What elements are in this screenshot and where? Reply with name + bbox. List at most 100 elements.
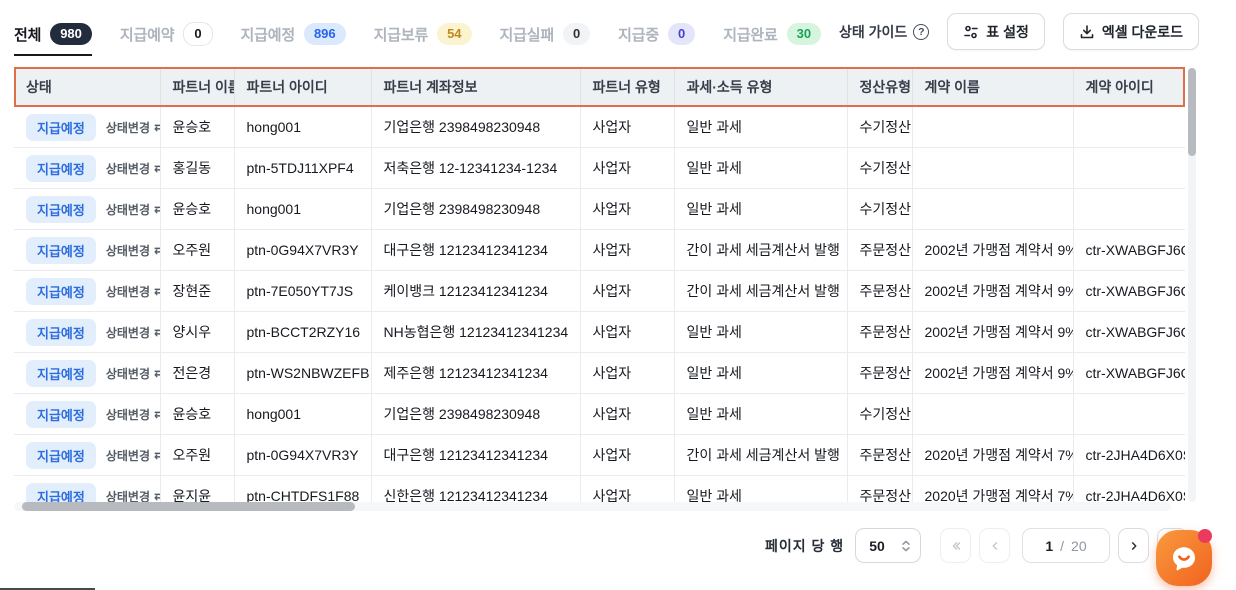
cell-partner-id: hong001 xyxy=(234,394,371,435)
cell-partner-name: 오주원 xyxy=(160,435,234,476)
cell-partner-type: 사업자 xyxy=(580,271,674,312)
prev-page-button[interactable] xyxy=(979,528,1010,563)
tab-payment-completed[interactable]: 지급완료 30 xyxy=(723,19,821,49)
tab-payment-scheduled[interactable]: 지급예정 896 xyxy=(241,19,346,49)
tab-count-badge: 54 xyxy=(437,23,471,45)
tab-label: 지급완료 xyxy=(723,24,777,45)
rows-per-page-value: 50 xyxy=(869,538,885,554)
cell-tax-income-type: 일반 과세 xyxy=(674,148,847,189)
cell-partner-account: 기업은행 2398498230948 xyxy=(371,107,580,148)
cell-partner-type: 사업자 xyxy=(580,148,674,189)
column-header-1: 파트너 이름 xyxy=(160,67,234,107)
table-toolbar: 상태 가이드 ? 표 설정 엑셀 다운로드 xyxy=(839,13,1199,50)
status-change-button[interactable]: 상태변경 ⇄ xyxy=(106,201,160,218)
status-badge: 지급예정 xyxy=(26,442,96,469)
cell-tax-income-type: 일반 과세 xyxy=(674,312,847,353)
cell-partner-account: 기업은행 2398498230948 xyxy=(371,189,580,230)
tab-payment-held[interactable]: 지급보류 54 xyxy=(374,19,472,49)
cell-settlement-type: 주문정산 xyxy=(847,435,912,476)
cell-partner-id: hong001 xyxy=(234,107,371,148)
cell-tax-income-type: 일반 과세 xyxy=(674,394,847,435)
table-row[interactable]: 지급예정 상태변경 ⇄ 윤승호 hong001 기업은행 23984982309… xyxy=(14,189,1185,230)
payments-table: 상태파트너 이름파트너 아이디파트너 계좌정보파트너 유형과세·소득 유형정산유… xyxy=(14,67,1185,507)
cell-settlement-type: 주문정산 xyxy=(847,312,912,353)
column-header-8: 계약 아이디 xyxy=(1073,67,1185,107)
table-settings-button[interactable]: 표 설정 xyxy=(947,13,1045,50)
status-change-button[interactable]: 상태변경 ⇄ xyxy=(106,242,160,259)
status-guide[interactable]: 상태 가이드 ? xyxy=(839,22,929,42)
next-page-button[interactable] xyxy=(1118,528,1149,563)
table-row[interactable]: 지급예정 상태변경 ⇄ 오주원 ptn-0G94X7VR3Y 대구은행 1212… xyxy=(14,435,1185,476)
status-change-button[interactable]: 상태변경 ⇄ xyxy=(106,447,160,464)
cell-partner-account: 케이뱅크 12123412341234 xyxy=(371,271,580,312)
status-change-button[interactable]: 상태변경 ⇄ xyxy=(106,283,160,300)
swap-arrows-icon: ⇄ xyxy=(154,489,160,503)
table-row[interactable]: 지급예정 상태변경 ⇄ 윤승호 hong001 기업은행 23984982309… xyxy=(14,107,1185,148)
tab-label: 지급예약 xyxy=(120,24,174,45)
table-row[interactable]: 지급예정 상태변경 ⇄ 전은경 ptn-WS2NBWZEFB 제주은행 1212… xyxy=(14,353,1185,394)
cell-tax-income-type: 일반 과세 xyxy=(674,353,847,394)
status-change-button[interactable]: 상태변경 ⇄ xyxy=(106,160,160,177)
vertical-scrollbar-thumb[interactable] xyxy=(1188,68,1196,156)
status-change-label: 상태변경 xyxy=(106,283,150,300)
cell-partner-account: NH농협은행 12123412341234 xyxy=(371,312,580,353)
cell-partner-name: 윤승호 xyxy=(160,189,234,230)
tab-payment-failed[interactable]: 지급실패 0 xyxy=(500,19,591,49)
swap-arrows-icon: ⇄ xyxy=(154,284,160,298)
column-header-7: 계약 이름 xyxy=(912,67,1073,107)
tab-payment-in-progress[interactable]: 지급중 0 xyxy=(618,19,695,49)
status-change-button[interactable]: 상태변경 ⇄ xyxy=(106,365,160,382)
cell-tax-income-type: 간이 과세 세금계산서 발행 xyxy=(674,271,847,312)
column-header-6: 정산유형 xyxy=(847,67,912,107)
cell-partner-type: 사업자 xyxy=(580,107,674,148)
status-change-button[interactable]: 상태변경 ⇄ xyxy=(106,324,160,341)
cell-partner-type: 사업자 xyxy=(580,394,674,435)
tab-all[interactable]: 전체 980 xyxy=(14,19,92,49)
payments-table-container: 상태파트너 이름파트너 아이디파트너 계좌정보파트너 유형과세·소득 유형정산유… xyxy=(14,67,1185,507)
tab-count-badge: 0 xyxy=(668,23,695,45)
chat-bubble-icon xyxy=(1168,542,1200,574)
page-indicator[interactable]: 1 / 20 xyxy=(1022,528,1110,563)
status-change-label: 상태변경 xyxy=(106,365,150,382)
cell-partner-id: ptn-BCCT2RZY16 xyxy=(234,312,371,353)
column-header-4: 파트너 유형 xyxy=(580,67,674,107)
tab-payment-reserved[interactable]: 지급예약 0 xyxy=(120,19,213,49)
swap-arrows-icon: ⇄ xyxy=(154,161,160,175)
cell-settlement-type: 수기정산 xyxy=(847,107,912,148)
help-circle-icon[interactable]: ? xyxy=(913,24,929,40)
column-header-2: 파트너 아이디 xyxy=(234,67,371,107)
table-row[interactable]: 지급예정 상태변경 ⇄ 오주원 ptn-0G94X7VR3Y 대구은행 1212… xyxy=(14,230,1185,271)
status-change-label: 상태변경 xyxy=(106,119,150,136)
cell-contract-id xyxy=(1073,394,1185,435)
status-badge: 지급예정 xyxy=(26,360,96,387)
horizontal-scrollbar-thumb[interactable] xyxy=(22,502,355,511)
cell-contract-id: ctr-2JHA4D6X0S xyxy=(1073,435,1185,476)
cell-partner-type: 사업자 xyxy=(580,435,674,476)
cell-settlement-type: 주문정산 xyxy=(847,353,912,394)
status-change-label: 상태변경 xyxy=(106,160,150,177)
status-change-button[interactable]: 상태변경 ⇄ xyxy=(106,406,160,423)
cell-partner-id: ptn-7E050YT7JS xyxy=(234,271,371,312)
chevron-up-down-icon xyxy=(901,539,911,553)
table-row[interactable]: 지급예정 상태변경 ⇄ 홍길동 ptn-5TDJ11XPF4 저축은행 12-1… xyxy=(14,148,1185,189)
table-row[interactable]: 지급예정 상태변경 ⇄ 윤승호 hong001 기업은행 23984982309… xyxy=(14,394,1185,435)
total-pages: 20 xyxy=(1071,538,1087,554)
cell-tax-income-type: 간이 과세 세금계산서 발행 xyxy=(674,435,847,476)
status-badge: 지급예정 xyxy=(26,196,96,223)
status-guide-label: 상태 가이드 xyxy=(839,22,907,42)
excel-download-button[interactable]: 엑셀 다운로드 xyxy=(1063,13,1199,50)
table-row[interactable]: 지급예정 상태변경 ⇄ 장현준 ptn-7E050YT7JS 케이뱅크 1212… xyxy=(14,271,1185,312)
cell-partner-account: 대구은행 12123412341234 xyxy=(371,435,580,476)
cell-tax-income-type: 일반 과세 xyxy=(674,189,847,230)
swap-arrows-icon: ⇄ xyxy=(154,202,160,216)
cell-partner-id: ptn-WS2NBWZEFB xyxy=(234,353,371,394)
status-change-button[interactable]: 상태변경 ⇄ xyxy=(106,119,160,136)
first-page-button[interactable] xyxy=(940,528,971,563)
horizontal-scrollbar[interactable] xyxy=(14,502,1171,511)
cell-contract-id xyxy=(1073,107,1185,148)
current-page: 1 xyxy=(1045,538,1053,554)
rows-per-page-select[interactable]: 50 xyxy=(855,528,921,563)
cell-partner-id: ptn-5TDJ11XPF4 xyxy=(234,148,371,189)
table-row[interactable]: 지급예정 상태변경 ⇄ 양시우 ptn-BCCT2RZY16 NH농협은행 12… xyxy=(14,312,1185,353)
vertical-scrollbar[interactable] xyxy=(1188,68,1196,502)
